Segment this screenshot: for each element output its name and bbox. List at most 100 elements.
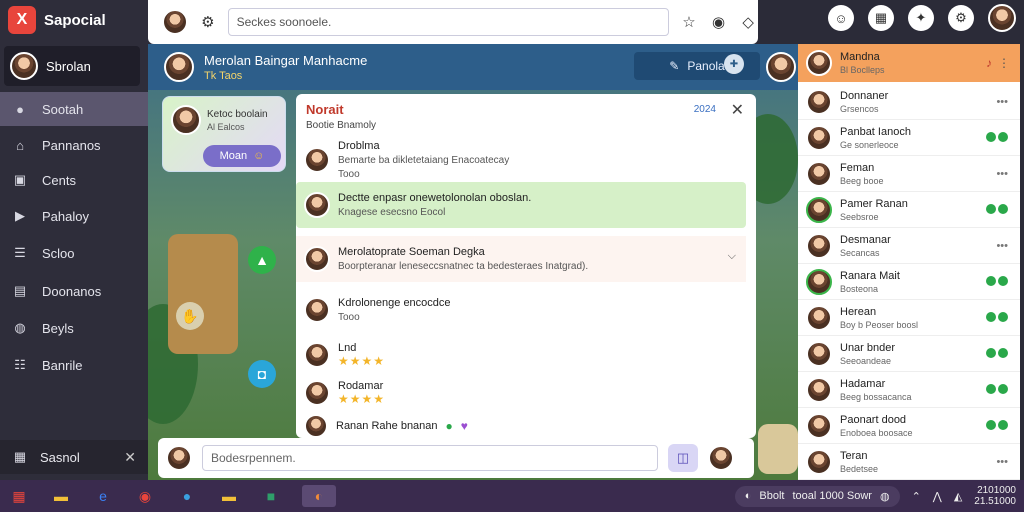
more-icon[interactable]: ••• [996,240,1008,252]
more-icon[interactable]: ••• [996,96,1008,108]
side-avatar[interactable] [766,52,796,82]
rating-stars: ★★★★ [338,354,386,368]
chevron-down-icon[interactable]: ⌵ [728,250,736,263]
sidebar-item-7[interactable]: ☷ Banrile [0,348,148,382]
game-subtitle: Tk Taos [204,69,243,82]
friend-row[interactable]: Panbat Ianoch Ge sonerleoce [798,120,1020,156]
compass-icon[interactable]: ✚ [724,54,744,74]
clock[interactable]: 2101000 21.51000 [974,485,1024,507]
friend-avatar [806,412,832,439]
chat-message[interactable]: Ranan Rahe bnanan ● ♥ [296,414,746,438]
game-icon[interactable]: ◘ [248,360,276,388]
profile-card[interactable]: Sbrolan [4,46,140,86]
friend-row[interactable]: Hadamar Beeg bossacanca [798,372,1020,408]
close-icon[interactable]: ✕ [731,100,744,120]
browser-chrome-icon[interactable]: ◉ [134,485,156,507]
friend-avatar [806,124,832,151]
attach-button[interactable]: ◫ [668,444,698,472]
music-icon[interactable]: ♪ [986,56,992,70]
friend-row[interactable]: Ranara Mait Bosteona [798,264,1020,300]
more-icon[interactable]: ••• [996,168,1008,180]
gamepad-icon[interactable]: ⚙ [198,12,218,32]
explorer-icon[interactable]: ▬ [218,485,240,507]
notification-card[interactable]: Ketoc boolain Al Ealcos Moan ☺ [162,96,286,172]
location-icon[interactable]: ◇ [738,12,758,32]
sidebar: X Sapocial Sbrolan ● Sootah ⌂ Pannanos ▣… [0,0,148,480]
sidebar-item-3[interactable]: ▶ Pahaloy [0,199,148,233]
more-icon[interactable]: ••• [996,456,1008,468]
recipient-avatar[interactable] [708,445,734,471]
message-input[interactable]: Bodesrpennem. [202,445,658,471]
online-status-icon [986,276,1008,286]
notification-button[interactable]: Moan ☺ [203,145,281,167]
chat-message[interactable]: Merolatoprate Soeman Degka Boorpteranar … [296,236,746,282]
active-app-icon[interactable]: ◐ [302,485,336,507]
friend-sub: Enoboea boosace [840,427,913,438]
account-avatar[interactable] [988,4,1016,32]
friend-name: Teran [840,449,868,462]
online-status-icon [986,132,1008,142]
chat-message[interactable]: Rodamar ★★★★ [296,376,746,410]
brand[interactable]: X Sapocial [0,0,148,40]
brand-name: Sapocial [44,11,106,29]
volume-icon[interactable]: ◭ [954,490,962,503]
sidebar-item-label: Sootah [42,101,84,117]
wifi-icon[interactable]: ⋀ [933,490,942,503]
grid-icon[interactable]: ▦ [868,5,894,31]
message-title: Ranan Rahe bnanan [336,420,438,432]
app-icon[interactable]: ● [176,485,198,507]
close-icon[interactable]: ✕ [124,449,136,466]
friend-row[interactable]: Unar bnder Seeoandeae [798,336,1020,372]
sidebar-item-label: Cents [42,172,76,188]
friend-row[interactable]: Paonart dood Enoboea boosace [798,408,1020,444]
chat-header: Norait Bootie Bnamoly 2024 ✕ [296,94,756,134]
friend-avatar [806,268,832,295]
terminal-icon[interactable]: ■ [260,485,282,507]
top-actions: ☺ ▦ ✦ ⚙ [828,4,1016,32]
search-bar: ⚙ Seckes soonoele. ☆ ◉ ◇ [148,0,758,44]
friend-row[interactable]: Herean Boy b Peoser boosl [798,300,1020,336]
chat-message[interactable]: Lnd ★★★★ [296,338,746,372]
online-status-icon [986,312,1008,322]
notification-avatar-icon[interactable]: ☺ [828,5,854,31]
friends-list: Mandna Bl Boclleps ♪ ⋮ Donnaner Grsencos … [798,44,1020,480]
add-icon[interactable]: ▲ [248,246,276,274]
sidebar-item-5[interactable]: ▤ Doonanos [0,274,148,308]
friend-row[interactable]: Pamer Ranan Seebsroe [798,192,1020,228]
friend-sub: Beeg booe [840,175,884,186]
sidebar-item-6[interactable]: ◍ Beyls [0,311,148,345]
tray-status[interactable]: ◐ Bbolt tooal 1000 Sowr ◍ [734,485,900,507]
gear-icon[interactable]: ✦ [908,5,934,31]
chat-message[interactable]: Kdrolonenge encocdce Tooo [296,288,746,332]
windows-start-icon[interactable]: ▦ [8,485,30,507]
message-title: Merolatoprate Soeman Degka [338,246,485,258]
star-icon[interactable]: ☆ [679,12,699,32]
tool-icon[interactable]: ✋ [176,302,204,330]
chat-message[interactable]: Dectte enpasr onewetolonolan oboslan. Kn… [296,182,746,228]
chat-message[interactable]: Droblma Bemarte ba dikletetaiang Enacoat… [296,138,756,182]
friend-row[interactable]: Teran Bedetsee ••• [798,444,1020,480]
sidebar-item-0[interactable]: ● Sootah [0,92,148,126]
friend-highlight[interactable]: Mandna Bl Boclleps ♪ ⋮ [798,44,1020,82]
friend-row[interactable]: Donnaner Grsencos ••• [798,84,1020,120]
game-host-avatar [164,52,194,82]
more-icon[interactable]: ⋮ [998,56,1010,70]
chat-subtitle: Bootie Bnamoly [306,120,377,131]
sidebar-item-1[interactable]: ⌂ Pannanos [0,128,148,162]
sidebar-item-4[interactable]: ☰ Scloo [0,236,148,270]
sidebar-footer[interactable]: ▦ Sasnol ✕ [0,440,148,474]
folder-icon[interactable]: ▬ [50,485,72,507]
browser-edge-icon[interactable]: e [92,485,114,507]
friend-row[interactable]: Feman Beeg booe ••• [798,156,1020,192]
emoji-icon[interactable]: ◉ [709,12,729,32]
search-input[interactable]: Seckes soonoele. [227,8,670,36]
message-sub: Knagese esecsno Eocol [338,207,446,218]
friend-name: Hadamar [840,377,886,390]
sidebar-item-2[interactable]: ▣ Cents [0,163,148,197]
settings-icon[interactable]: ⚙ [948,5,974,31]
friend-row[interactable]: Desmanar Secancas ••• [798,228,1020,264]
friend-name: Paonart dood [840,413,907,426]
user-avatar[interactable] [162,9,188,35]
arrow-up-icon[interactable]: ⌃ [912,490,921,503]
friend-avatar [806,448,832,475]
